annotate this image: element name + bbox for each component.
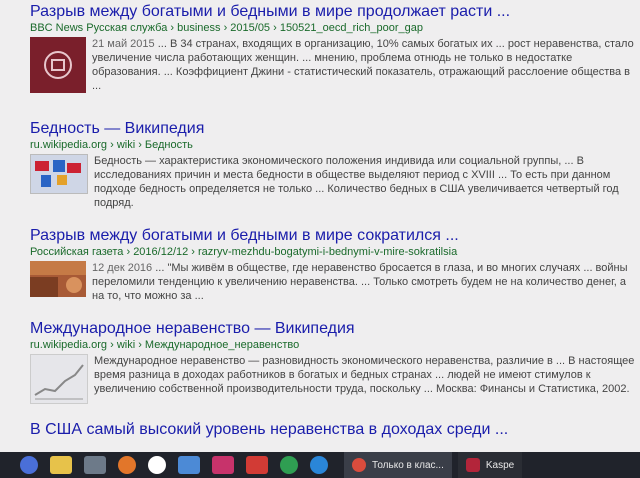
- search-result: Разрыв между богатыми и бедными в мире п…: [30, 2, 640, 93]
- photo-icon: [30, 261, 86, 297]
- result-date: 12 дек 2016: [92, 262, 153, 274]
- result-thumbnail[interactable]: [30, 37, 86, 93]
- result-title[interactable]: Международное неравенство — Википедия: [30, 319, 640, 338]
- edge-icon[interactable]: [310, 456, 328, 474]
- yandex-icon[interactable]: [148, 456, 166, 474]
- result-snippet: Международное неравенство — разновидност…: [94, 355, 635, 395]
- world-map-icon: [35, 160, 81, 187]
- result-title[interactable]: Разрыв между богатыми и бедными в мире п…: [30, 2, 640, 21]
- search-result: Международное неравенство — Википедия ru…: [30, 319, 640, 404]
- result-url[interactable]: ru.wikipedia.org › wiki › Международное_…: [30, 338, 640, 352]
- bbc-icon: [44, 51, 72, 79]
- start-icon[interactable]: [20, 456, 38, 474]
- result-title[interactable]: Разрыв между богатыми и бедными в мире с…: [30, 226, 640, 245]
- result-snippet: 21 май 2015 ... В 34 странах, входящих в…: [92, 38, 634, 92]
- result-url[interactable]: ru.wikipedia.org › wiki › Бедность: [30, 138, 640, 152]
- result-snippet: 12 дек 2016 ... "Мы живём в обществе, гд…: [92, 262, 628, 302]
- taskbar: Только в клас... Kaspe: [0, 452, 640, 478]
- search-results: Разрыв между богатыми и бедными в мире п…: [0, 0, 640, 452]
- result-url[interactable]: BBC News Русская служба › business › 201…: [30, 21, 640, 35]
- search-result: В США самый высокий уровень неравенства …: [30, 420, 640, 439]
- app-icon[interactable]: [212, 456, 234, 474]
- search-result: Разрыв между богатыми и бедными в мире с…: [30, 226, 640, 303]
- store-icon[interactable]: [84, 456, 106, 474]
- result-title[interactable]: В США самый высокий уровень неравенства …: [30, 420, 640, 439]
- file-explorer-icon[interactable]: [50, 456, 72, 474]
- taskbar-active-window[interactable]: Только в клас...: [344, 452, 452, 478]
- firefox-icon[interactable]: [118, 456, 136, 474]
- chrome-tab-icon: [352, 458, 366, 472]
- graph-icon: [34, 364, 84, 400]
- result-thumbnail[interactable]: [30, 154, 88, 194]
- result-thumbnail[interactable]: [30, 354, 88, 404]
- yandex-browser-icon[interactable]: [246, 456, 268, 474]
- result-date: 21 май 2015: [92, 38, 155, 50]
- taskbar-window-label: Только в клас...: [372, 459, 444, 471]
- result-url[interactable]: Российская газета › 2016/12/12 › razryv-…: [30, 245, 640, 259]
- result-thumbnail[interactable]: [30, 261, 86, 297]
- mail-icon[interactable]: [178, 456, 200, 474]
- kaspersky-icon: [465, 458, 480, 472]
- search-result: Бедность — Википедия ru.wikipedia.org › …: [30, 119, 640, 210]
- chrome-icon[interactable]: [280, 456, 298, 474]
- taskbar-kaspersky[interactable]: Kaspe: [457, 452, 523, 478]
- taskbar-kaspersky-label: Kaspe: [485, 459, 515, 471]
- result-title[interactable]: Бедность — Википедия: [30, 119, 640, 138]
- result-snippet: Бедность — характеристика экономического…: [94, 155, 619, 209]
